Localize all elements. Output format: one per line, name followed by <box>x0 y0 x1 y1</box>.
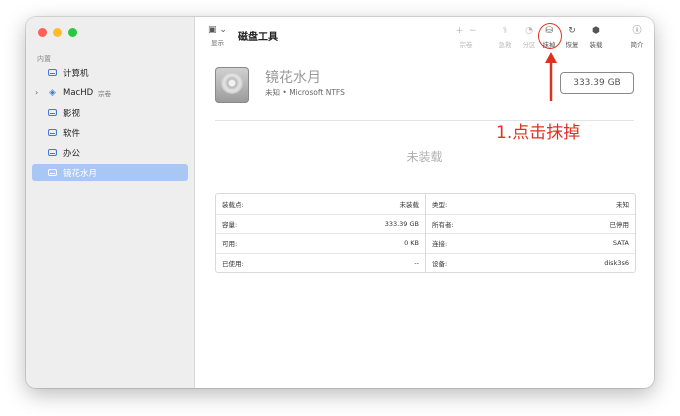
arrow-head <box>545 52 557 63</box>
annotation-arrow <box>545 52 557 101</box>
annotation-text: 1.点击抹掉 <box>496 123 581 143</box>
